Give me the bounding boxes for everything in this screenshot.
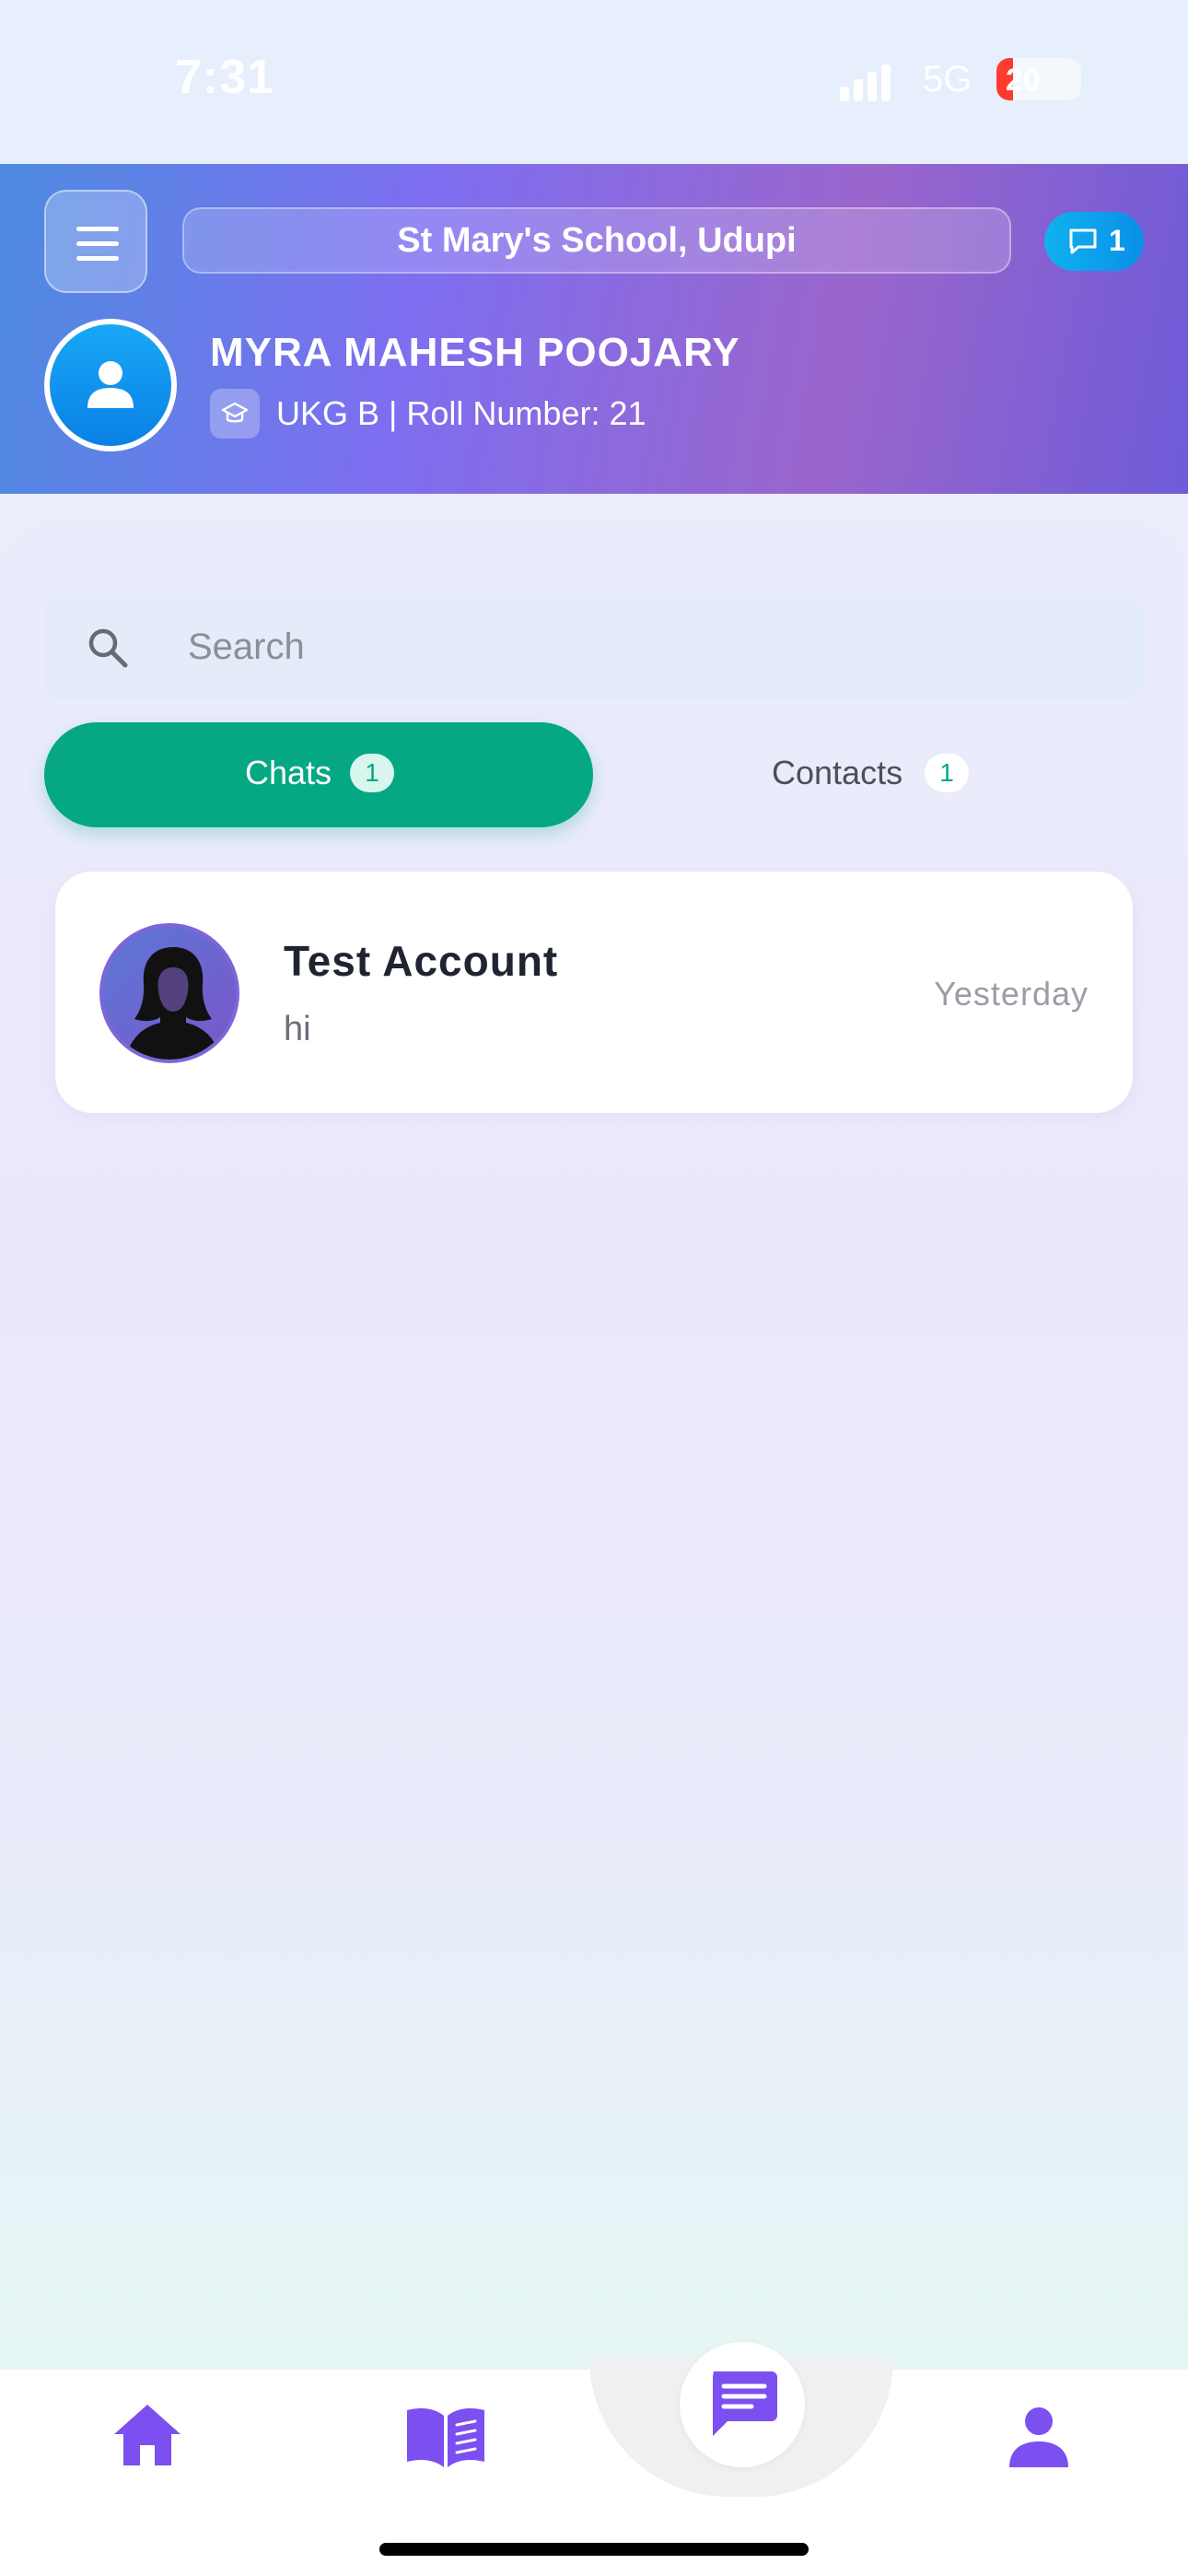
chat-timestamp: Yesterday xyxy=(934,975,1089,1013)
network-type: 5G xyxy=(923,59,973,100)
school-name[interactable]: St Mary's School, Udupi xyxy=(182,207,1011,274)
signal-icon xyxy=(840,64,895,101)
chat-list-item[interactable]: Test Account hi Yesterday xyxy=(55,872,1133,1113)
student-avatar[interactable] xyxy=(44,319,177,451)
tab-chats[interactable]: Chats 1 xyxy=(44,722,593,827)
status-bar: 7:31 5G 20 xyxy=(0,0,1188,164)
app-header: St Mary's School, Udupi 1 MYRA MAHESH PO… xyxy=(0,164,1188,494)
messages-nav-button[interactable] xyxy=(680,2342,805,2467)
chat-contact-name: Test Account xyxy=(284,937,559,985)
search-input[interactable] xyxy=(188,615,1109,678)
chat-panel: Chats 1 Contacts 1 Test Account hi Yeste… xyxy=(0,521,1188,2364)
home-indicator[interactable] xyxy=(379,2543,809,2556)
student-name: MYRA MAHESH POOJARY xyxy=(210,330,740,375)
battery-level: 20 xyxy=(1006,63,1041,98)
person-icon[interactable] xyxy=(1004,2405,1074,2474)
graduation-cap-icon xyxy=(210,389,260,439)
status-time: 7:31 xyxy=(175,51,275,104)
book-icon[interactable] xyxy=(403,2405,488,2474)
battery-icon: 20 xyxy=(996,58,1081,100)
search-icon xyxy=(88,628,128,668)
tab-count-badge: 1 xyxy=(925,754,969,792)
female-silhouette-avatar xyxy=(99,923,239,1063)
tab-label: Contacts xyxy=(772,754,903,791)
tab-contacts[interactable]: Contacts 1 xyxy=(595,722,1144,827)
person-icon xyxy=(87,361,134,408)
hamburger-menu-icon[interactable] xyxy=(44,190,147,293)
message-icon xyxy=(713,2371,777,2436)
tab-label: Chats xyxy=(245,754,332,791)
message-badge-button[interactable]: 1 xyxy=(1044,212,1144,271)
chat-bubble-icon xyxy=(1069,228,1097,254)
message-count: 1 xyxy=(1109,224,1125,257)
tab-count-badge: 1 xyxy=(350,754,394,792)
class-roll-info: UKG B | Roll Number: 21 xyxy=(276,394,646,432)
home-icon[interactable] xyxy=(111,2401,184,2472)
chat-last-message: hi xyxy=(284,1010,311,1048)
search-bar[interactable] xyxy=(44,593,1144,700)
